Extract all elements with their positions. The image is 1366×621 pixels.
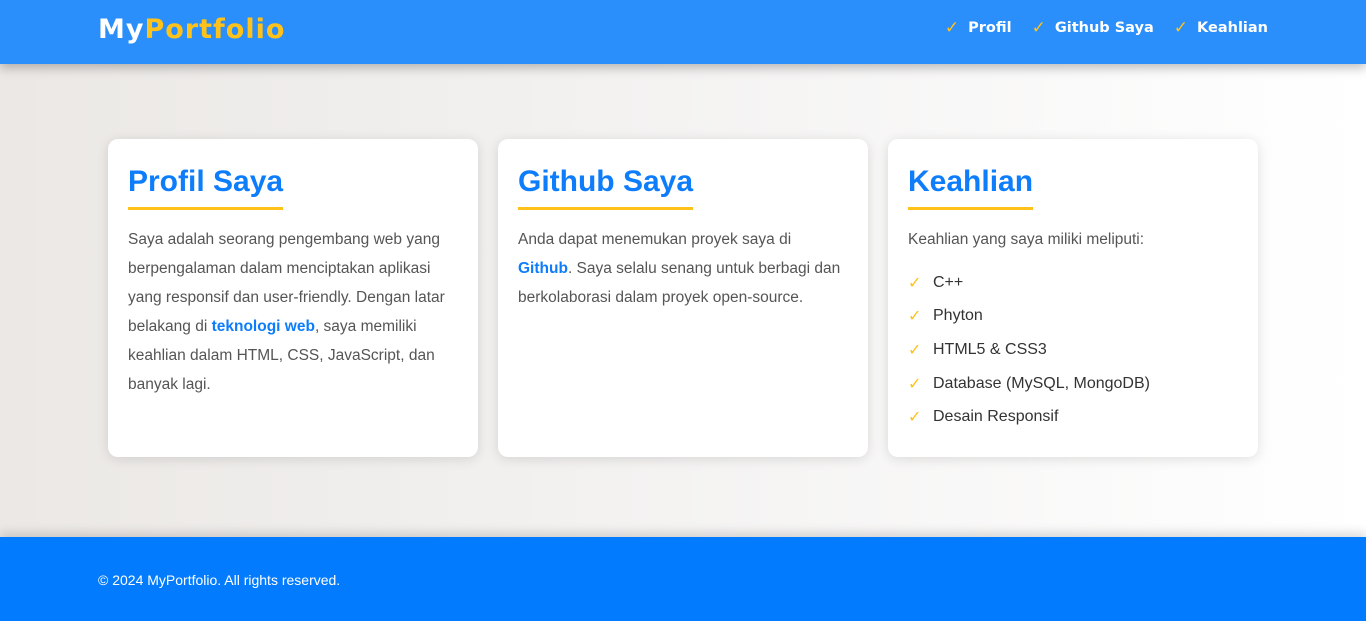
nav-item-github[interactable]: ✓ Github Saya: [1032, 18, 1154, 38]
check-icon: ✓: [908, 308, 922, 326]
check-icon: ✓: [1031, 18, 1046, 38]
copyright-text: © 2024 MyPortfolio. All rights reserved.: [98, 572, 341, 588]
logo-my-text: My: [98, 14, 145, 45]
teknologi-web-link[interactable]: teknologi web: [212, 318, 315, 335]
keahlian-intro: Keahlian yang saya miliki meliputi:: [908, 231, 1145, 248]
skill-label: HTML5 & CSS3: [933, 340, 1047, 358]
skill-label: Desain Responsif: [933, 408, 1059, 426]
skill-item: ✓ HTML5 & CSS3: [908, 333, 1238, 367]
github-title: Github Saya: [518, 165, 694, 210]
github-text-before: Anda dapat menemukan proyek saya di: [518, 231, 792, 248]
site-footer: © 2024 MyPortfolio. All rights reserved.: [0, 537, 1366, 621]
skill-label: C++: [933, 273, 964, 291]
nav-item-label: Keahlian: [1197, 20, 1268, 36]
check-icon: ✓: [1173, 18, 1189, 38]
skill-item: ✓ Phyton: [908, 300, 1238, 334]
nav-item-keahlian[interactable]: ✓ Keahlian: [1174, 18, 1268, 38]
github-card: Github Saya Anda dapat menemukan proyek …: [498, 139, 868, 457]
site-logo[interactable]: MyPortfolio: [98, 14, 285, 45]
skill-item: ✓ Desain Responsif: [908, 400, 1238, 434]
skills-list: ✓ C++ ✓ Phyton ✓ HTML5 & CSS3 ✓ Database (My…: [908, 266, 1238, 434]
check-icon: ✓: [908, 274, 922, 292]
nav-item-label: Github Saya: [1054, 20, 1154, 36]
logo-portfolio-text: Portfolio: [144, 14, 286, 45]
check-icon: ✓: [908, 409, 922, 427]
profil-title: Profil Saya: [128, 165, 284, 210]
main-nav: ✓ Profil ✓ Github Saya ✓ Keahlian: [945, 18, 1268, 38]
skill-item: ✓ C++: [908, 266, 1238, 300]
keahlian-title: Keahlian: [908, 165, 1034, 210]
github-link[interactable]: Github: [518, 260, 568, 277]
skill-label: Database (MySQL, MongoDB): [933, 374, 1150, 392]
check-icon: ✓: [944, 18, 960, 38]
profil-text: Saya adalah seorang pengembang web yang …: [128, 225, 458, 399]
check-icon: ✓: [908, 341, 922, 359]
skill-label: Phyton: [933, 307, 983, 325]
site-header: MyPortfolio ✓ Profil ✓ Github Saya ✓ Kea…: [0, 0, 1366, 64]
keahlian-card: Keahlian Keahlian yang saya miliki melip…: [888, 139, 1258, 457]
nav-item-label: Profil: [968, 20, 1012, 36]
nav-item-profil[interactable]: ✓ Profil: [945, 18, 1012, 38]
profil-card: Profil Saya Saya adalah seorang pengemba…: [108, 139, 478, 457]
check-icon: ✓: [908, 375, 922, 393]
github-text: Anda dapat menemukan proyek saya di Gith…: [518, 225, 848, 312]
skill-item: ✓ Database (MySQL, MongoDB): [908, 367, 1238, 401]
